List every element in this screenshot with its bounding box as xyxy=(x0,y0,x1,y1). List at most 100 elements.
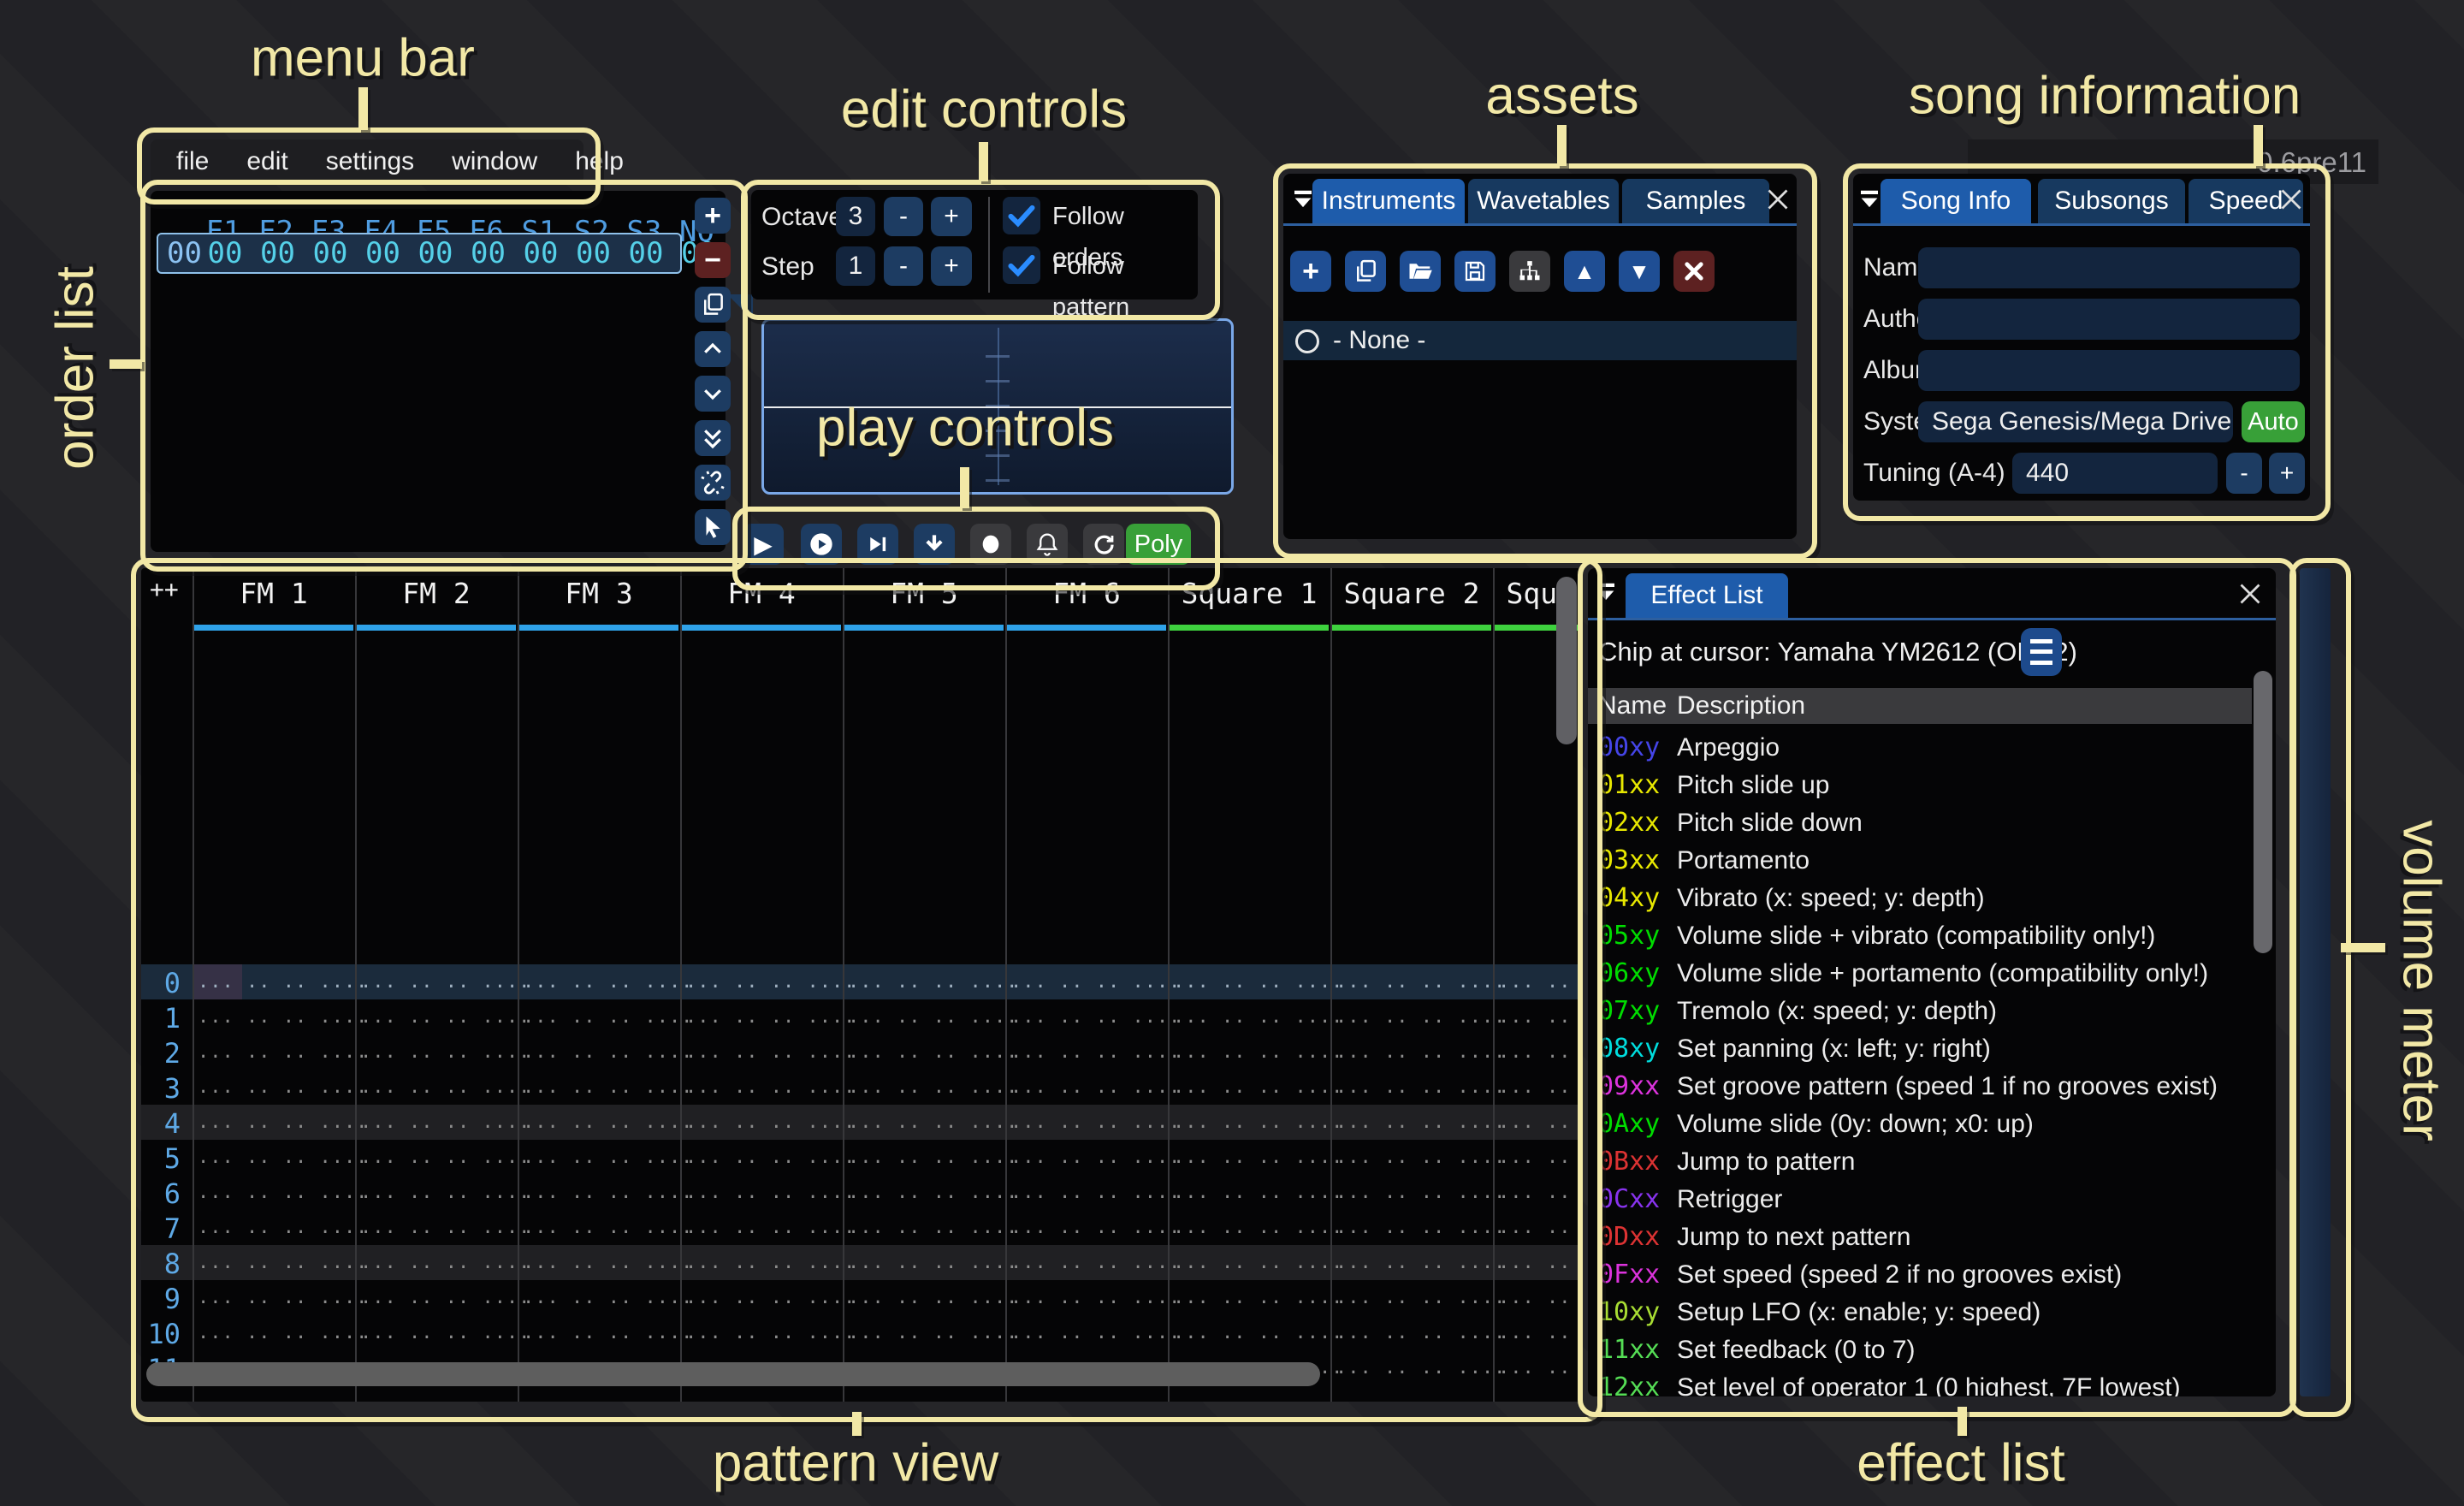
pattern-cell[interactable]: ... .. .. .... xyxy=(198,1287,368,1308)
order-cell[interactable]: 00 xyxy=(418,236,453,270)
pattern-cell[interactable]: ... .. .. .... xyxy=(848,971,1018,993)
effect-list-row[interactable]: 12xxSet level of operator 1 (0 highest, … xyxy=(1588,1369,2276,1396)
close-icon[interactable] xyxy=(1762,184,1793,215)
step-plus-button[interactable]: + xyxy=(931,246,972,286)
pattern-cell[interactable]: ... .. .. .... xyxy=(1336,1006,1506,1028)
pattern-cell[interactable]: ... .. .. .... xyxy=(848,1112,1018,1133)
channel-header-fm-6[interactable]: FM 6 xyxy=(1052,577,1120,610)
menu-item-file[interactable]: file xyxy=(157,147,228,176)
effect-list-row[interactable]: 0CxxRetrigger xyxy=(1588,1181,2276,1218)
order-cell[interactable]: 00 xyxy=(365,236,400,270)
follow-pattern-checkbox[interactable] xyxy=(1003,246,1040,284)
pattern-cell[interactable]: ... .. .. .... xyxy=(685,971,856,993)
pattern-cell[interactable]: ... .. .. .... xyxy=(1173,1287,1343,1308)
order-minus-button[interactable]: − xyxy=(695,242,731,278)
pattern-cell[interactable]: ... .. .. .... xyxy=(1010,971,1181,993)
pattern-cell[interactable]: ... .. .. .... xyxy=(198,1322,368,1343)
channel-header-fm-5[interactable]: FM 5 xyxy=(890,577,957,610)
pattern-cell[interactable]: ... .. .. .... xyxy=(523,1076,693,1098)
channel-header-fm-3[interactable]: FM 3 xyxy=(565,577,632,610)
assets-plus-button[interactable]: + xyxy=(1290,251,1331,292)
pattern-cell[interactable]: ... .. .. .... xyxy=(198,1252,368,1273)
pattern-cell[interactable]: ... .. .. .... xyxy=(848,1147,1018,1168)
effect-list-row[interactable]: 0DxxJump to next pattern xyxy=(1588,1218,2276,1256)
pattern-cell[interactable]: ... .. .. .... xyxy=(848,1182,1018,1203)
album-field[interactable] xyxy=(1918,350,2300,391)
pattern-cell[interactable]: ... .. .. .... xyxy=(848,1076,1018,1098)
pattern-cell[interactable]: ... .. .. .... xyxy=(360,971,530,993)
pattern-cell[interactable]: ... .. .. .... xyxy=(523,1006,693,1028)
assets-tree-button[interactable] xyxy=(1509,251,1550,292)
pattern-cell[interactable]: ... .. .. .... xyxy=(685,1006,856,1028)
assets-save-button[interactable] xyxy=(1454,251,1496,292)
metronome-bell-button[interactable] xyxy=(1027,524,1068,565)
assets-triangle-up-button[interactable]: ▲ xyxy=(1564,251,1605,292)
pattern-cell[interactable]: ... .. .. .... xyxy=(1173,1252,1343,1273)
channel-header-fm-2[interactable]: FM 2 xyxy=(402,577,470,610)
tuning-minus-button[interactable]: - xyxy=(2226,453,2262,494)
pattern-cell[interactable]: ... .. .. .... xyxy=(198,1182,368,1203)
assets-triangle-down-button[interactable]: ▼ xyxy=(1619,251,1660,292)
pattern-cell[interactable]: ... .. .. .... xyxy=(1010,1112,1181,1133)
pattern-cell[interactable]: ... .. .. .... xyxy=(198,1112,368,1133)
pattern-cell[interactable]: ... .. .. .... xyxy=(685,1112,856,1133)
effect-list-row[interactable]: 10xySetup LFO (x: enable; y: speed) xyxy=(1588,1294,2276,1331)
order-chevron-up-button[interactable] xyxy=(695,331,731,367)
pattern-cell[interactable]: ... .. .. .... xyxy=(685,1252,856,1273)
pattern-cell[interactable]: ... .. .. .... xyxy=(1010,1182,1181,1203)
pattern-cell[interactable]: ... .. .. .... xyxy=(1498,1112,1582,1133)
follow-orders-checkbox[interactable] xyxy=(1003,197,1040,234)
pattern-cell[interactable]: ... .. .. .... xyxy=(198,1076,368,1098)
pattern-cell[interactable]: ... .. .. .... xyxy=(1498,1357,1582,1379)
pattern-cell[interactable]: ... .. .. .... xyxy=(523,1322,693,1343)
pattern-cell[interactable]: ... .. .. .... xyxy=(1010,1041,1181,1063)
effect-list-row[interactable]: 00xyArpeggio xyxy=(1588,729,2276,767)
pattern-cell[interactable]: ... .. .. .... xyxy=(1336,1252,1506,1273)
order-cursor-button[interactable] xyxy=(695,509,731,545)
effect-list-row[interactable]: 07xyTremolo (x: speed; y: depth) xyxy=(1588,993,2276,1030)
pattern-cell[interactable]: ... .. .. .... xyxy=(360,1147,530,1168)
pattern-cell[interactable]: ... .. .. .... xyxy=(1498,971,1582,993)
pattern-cell[interactable]: ... .. .. .... xyxy=(198,1217,368,1238)
pattern-cell[interactable]: ... .. .. .... xyxy=(848,1006,1018,1028)
auto-button[interactable]: Auto xyxy=(2242,401,2305,442)
pattern-cell[interactable]: ... .. .. .... xyxy=(1010,1252,1181,1273)
tab-instruments[interactable]: Instruments xyxy=(1312,179,1465,223)
collapse-icon[interactable] xyxy=(1593,580,1619,610)
pattern-cell[interactable]: ... .. .. .... xyxy=(1336,1322,1506,1343)
effect-list-row[interactable]: 0FxxSet speed (speed 2 if no grooves exi… xyxy=(1588,1256,2276,1294)
poly-button[interactable]: Poly xyxy=(1126,524,1191,565)
channel-header-square-2[interactable]: Square 2 xyxy=(1344,577,1480,610)
pattern-cell[interactable]: ... .. .. .... xyxy=(523,1252,693,1273)
order-plus-button[interactable]: + xyxy=(695,198,731,234)
pattern-vertical-scrollbar[interactable] xyxy=(1556,577,1577,744)
pattern-cell[interactable]: ... .. .. .... xyxy=(1498,1217,1582,1238)
octave-plus-button[interactable]: + xyxy=(931,197,972,236)
menu-item-edit[interactable]: edit xyxy=(228,147,306,176)
author-field[interactable] xyxy=(1918,299,2300,340)
menu-burger-button[interactable] xyxy=(2021,628,2062,676)
order-list-row[interactable]: 00 00000000000000000000 xyxy=(157,233,682,274)
step-value[interactable]: 1 xyxy=(836,246,875,286)
pattern-cell[interactable]: ... .. .. .... xyxy=(523,1182,693,1203)
tuning-field[interactable]: 440 xyxy=(2012,453,2218,494)
pattern-cell[interactable]: ... .. .. .... xyxy=(1173,1041,1343,1063)
pattern-cell[interactable]: ... .. .. .... xyxy=(1498,1076,1582,1098)
order-duplicate-button[interactable] xyxy=(695,287,731,323)
effect-list-row[interactable]: 09xxSet groove pattern (speed 1 if no gr… xyxy=(1588,1068,2276,1106)
octave-minus-button[interactable]: - xyxy=(884,197,923,236)
order-cell[interactable]: 00 xyxy=(524,236,559,270)
order-cell[interactable]: 00 xyxy=(629,236,664,270)
pattern-cell[interactable]: ... .. .. .... xyxy=(1173,1182,1343,1203)
pattern-cell[interactable]: ... .. .. .... xyxy=(523,1112,693,1133)
order-cell[interactable]: 00 xyxy=(208,236,243,270)
pattern-cell[interactable]: ... .. .. .... xyxy=(1173,1322,1343,1343)
order-cell[interactable]: 00 xyxy=(471,236,506,270)
order-unlink-button[interactable] xyxy=(695,465,731,501)
menu-item-settings[interactable]: settings xyxy=(307,147,433,176)
pattern-cell[interactable]: ... .. .. .... xyxy=(685,1147,856,1168)
pattern-cell[interactable]: ... .. .. .... xyxy=(848,1322,1018,1343)
pattern-cell[interactable]: ... .. .. .... xyxy=(198,971,368,993)
effect-list-row[interactable]: 01xxPitch slide up xyxy=(1588,767,2276,804)
pattern-cell[interactable]: ... .. .. .... xyxy=(1336,1076,1506,1098)
